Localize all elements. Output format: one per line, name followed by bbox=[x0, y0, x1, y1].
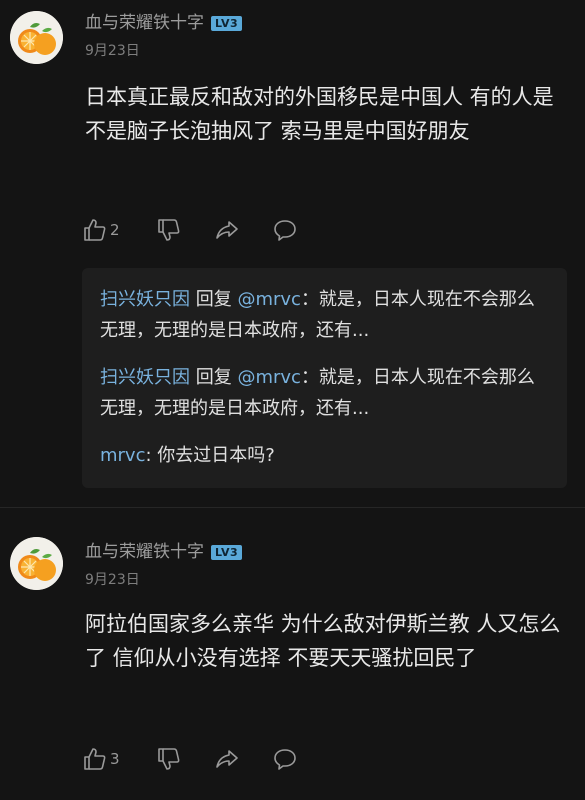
comment-bubble-icon bbox=[274, 749, 296, 770]
dislike-button[interactable] bbox=[156, 744, 182, 774]
level-badge: LV3 bbox=[211, 544, 243, 560]
comment-date: 9月23日 bbox=[85, 43, 140, 59]
share-button[interactable] bbox=[214, 744, 240, 774]
reply-button[interactable] bbox=[272, 744, 298, 774]
like-button[interactable]: 3 bbox=[82, 744, 120, 774]
reply-mention[interactable]: @mrvc bbox=[237, 289, 300, 310]
reply-author[interactable]: 扫兴妖只因 bbox=[100, 367, 190, 388]
like-count: 2 bbox=[110, 221, 120, 239]
share-button[interactable] bbox=[214, 215, 240, 245]
reply-item[interactable]: 扫兴妖只因 回复 @mrvc：就是，日本人现在不会那么无理，无理的是日本政府，还… bbox=[100, 362, 550, 424]
reply-item[interactable]: 扫兴妖只因 回复 @mrvc：就是，日本人现在不会那么无理，无理的是日本政府，还… bbox=[100, 284, 550, 346]
reply-item[interactable]: mrvc: 你去过日本吗? bbox=[100, 440, 550, 471]
thumbs-down-icon bbox=[158, 748, 180, 770]
orange-avatar-icon bbox=[10, 11, 63, 64]
orange-avatar-icon bbox=[10, 537, 63, 590]
reply-author[interactable]: mrvc bbox=[100, 445, 145, 466]
comment-text: 阿拉伯国家多么亲华 为什么敌对伊斯兰教 人又怎么了 信仰从小没有选择 不要天天骚… bbox=[85, 612, 561, 670]
avatar[interactable] bbox=[10, 537, 63, 590]
username-text[interactable]: 血与荣耀铁十字 bbox=[85, 542, 204, 562]
thumbs-up-icon bbox=[84, 219, 106, 241]
comment-text: 日本真正最反和敌对的外国移民是中国人 有的人是不是脑子长泡抽风了 索马里是中国好… bbox=[85, 85, 554, 143]
comment-date: 9月23日 bbox=[85, 572, 140, 588]
thumbs-down-icon bbox=[158, 219, 180, 241]
reply-button[interactable] bbox=[272, 215, 298, 245]
level-badge: LV3 bbox=[211, 15, 243, 31]
reply-mention[interactable]: @mrvc bbox=[237, 367, 300, 388]
like-button[interactable]: 2 bbox=[82, 215, 120, 245]
username[interactable]: 血与荣耀铁十字 LV3 bbox=[85, 8, 243, 33]
dislike-button[interactable] bbox=[156, 215, 182, 245]
reply-verb: 回复 bbox=[190, 289, 238, 310]
like-count: 3 bbox=[110, 750, 120, 768]
share-arrow-icon bbox=[216, 221, 238, 239]
reply-text: : 你去过日本吗? bbox=[145, 445, 275, 466]
username[interactable]: 血与荣耀铁十字 LV3 bbox=[85, 537, 243, 562]
share-arrow-icon bbox=[216, 750, 238, 768]
comment-bubble-icon bbox=[274, 220, 296, 241]
username-text[interactable]: 血与荣耀铁十字 bbox=[85, 13, 204, 33]
reply-author[interactable]: 扫兴妖只因 bbox=[100, 289, 190, 310]
thumbs-up-icon bbox=[84, 748, 106, 770]
avatar[interactable] bbox=[10, 11, 63, 64]
reply-thread[interactable]: 扫兴妖只因 回复 @mrvc：就是，日本人现在不会那么无理，无理的是日本政府，还… bbox=[82, 268, 567, 488]
reply-verb: 回复 bbox=[190, 367, 238, 388]
comment-divider bbox=[0, 507, 585, 508]
